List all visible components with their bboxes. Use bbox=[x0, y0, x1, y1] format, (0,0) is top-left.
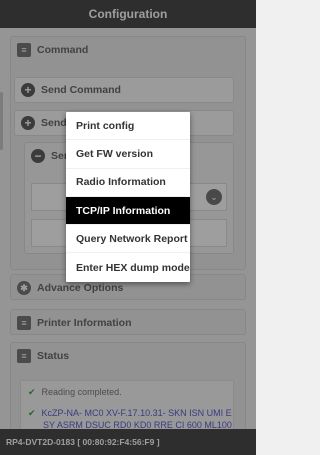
list-icon: ≡ bbox=[17, 43, 31, 57]
status-text-2a: KcZP-NA- MC0 XV-F.17.10.31- SKN ISN UMI … bbox=[41, 408, 232, 418]
device-footer: RP4-DVT2D-0183 [ 00:80:92:F4:56:F9 ] bbox=[0, 429, 256, 455]
menu-item-print-config[interactable]: Print config bbox=[66, 112, 190, 141]
status-header[interactable]: ≡ Status bbox=[11, 343, 245, 369]
status-line-2: ✔ KcZP-NA- MC0 XV-F.17.10.31- SKN ISN UMI… bbox=[28, 408, 232, 419]
status-title: Status bbox=[37, 350, 70, 362]
list-icon: ≡ bbox=[17, 316, 31, 330]
send-command-item[interactable]: + Send Command bbox=[14, 77, 234, 103]
advance-options-title: Advance Options bbox=[37, 282, 124, 294]
list-icon: ≡ bbox=[17, 349, 31, 363]
menu-item-query-network-report[interactable]: Query Network Report bbox=[66, 225, 190, 254]
status-text-2b: SY ASRM DSUC RD0 KD0 RRE CI 600 ML100 bbox=[43, 420, 232, 429]
command-title: Command bbox=[37, 44, 89, 56]
status-line-3: SY ASRM DSUC RD0 KD0 RRE CI 600 ML100 bbox=[43, 420, 232, 429]
check-icon: ✔ bbox=[28, 408, 36, 418]
menu-item-enter-hex-dump-mode[interactable]: Enter HEX dump mode bbox=[66, 253, 190, 281]
menu-item-radio-information[interactable]: Radio Information bbox=[66, 169, 190, 197]
page-title: Configuration bbox=[88, 7, 168, 21]
status-text-1: Reading completed. bbox=[41, 387, 122, 397]
send-item-2-label: Send bbox=[41, 117, 67, 129]
chevron-down-icon[interactable]: ⌄ bbox=[206, 189, 222, 205]
printer-information-title: Printer Information bbox=[37, 317, 132, 329]
device-id: RP4-DVT2D-0183 [ 00:80:92:F4:56:F9 ] bbox=[6, 437, 160, 447]
menu-item-tcpip-information[interactable]: TCP/IP Information bbox=[66, 196, 190, 226]
context-menu: Print config Get FW version Radio Inform… bbox=[66, 112, 190, 282]
send-command-label: Send Command bbox=[41, 84, 121, 96]
printer-information-panel[interactable]: ≡ Printer Information bbox=[10, 309, 246, 335]
minus-icon: − bbox=[31, 149, 45, 163]
check-icon: ✔ bbox=[28, 387, 36, 397]
gear-icon: ✱ bbox=[17, 281, 31, 295]
command-header[interactable]: ≡ Command bbox=[11, 37, 245, 63]
plus-icon: + bbox=[21, 83, 35, 97]
menu-item-get-fw-version[interactable]: Get FW version bbox=[66, 140, 190, 169]
printer-information-header[interactable]: ≡ Printer Information bbox=[11, 310, 245, 336]
status-line-1: ✔ Reading completed. bbox=[28, 387, 122, 398]
title-bar: Configuration bbox=[0, 0, 256, 28]
plus-icon: + bbox=[21, 116, 35, 130]
scroll-indicator bbox=[0, 92, 3, 150]
